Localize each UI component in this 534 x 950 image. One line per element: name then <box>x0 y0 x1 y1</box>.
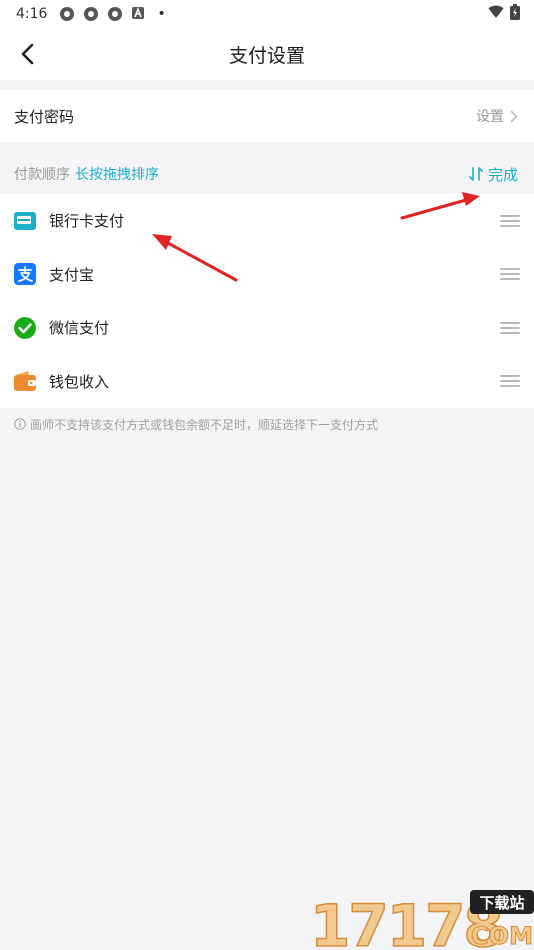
payment-method-label: 钱包收入 <box>49 372 110 391</box>
status-time: 4:16 <box>16 6 48 22</box>
sort-icon <box>469 167 483 181</box>
more-notifications-icon: • <box>157 6 166 22</box>
info-icon <box>14 418 26 430</box>
wechat-icon <box>14 316 36 339</box>
list-item[interactable]: 支付宝 <box>0 248 534 302</box>
payment-password-row[interactable]: 支付密码 设置 <box>0 90 534 142</box>
drag-handle-icon[interactable] <box>500 375 520 388</box>
alipay-icon <box>14 263 36 286</box>
payment-password-setting: 设置 <box>476 109 504 125</box>
wifi-icon <box>488 5 504 23</box>
list-item[interactable]: 钱包收入 <box>0 355 534 409</box>
annotation-arrows <box>152 192 480 282</box>
payment-method-label: 支付宝 <box>49 265 95 284</box>
drag-handle-icon[interactable] <box>500 268 520 281</box>
payment-password-value: 设置 <box>476 106 518 126</box>
payment-method-list: 银行卡支付 支付宝 微信支付 钱包收入 <box>0 194 534 408</box>
wallet-icon <box>14 370 36 392</box>
list-item[interactable]: 银行卡支付 <box>0 194 534 248</box>
payment-method-label: 银行卡支付 <box>49 212 125 231</box>
status-bar: 4:16 • <box>0 0 534 28</box>
watermark-tag: 下载站 <box>479 894 524 912</box>
footer-hint: 画师不支持该支付方式或钱包余额不足时，顺延选择下一支付方式 <box>14 414 524 434</box>
app-notification-icon <box>107 6 123 22</box>
watermark-logo: 17178 下载站 COM <box>309 888 534 950</box>
back-button[interactable] <box>14 41 40 67</box>
chevron-right-icon <box>510 110 518 122</box>
drag-handle-icon[interactable] <box>500 214 520 227</box>
page-title: 支付设置 <box>228 44 305 67</box>
payment-order-label: 付款顺序 <box>14 167 70 183</box>
nav-bar: 支付设置 <box>0 28 534 80</box>
payment-method-label: 微信支付 <box>49 319 110 338</box>
done-label: 完成 <box>487 165 518 184</box>
payment-order-header: 付款顺序 长按拖拽排序 完成 <box>0 156 534 192</box>
chevron-left-icon <box>21 43 34 65</box>
app-notification-icon <box>83 6 99 22</box>
drag-handle-icon[interactable] <box>500 321 520 334</box>
payment-password-label: 支付密码 <box>14 107 75 126</box>
watermark-domain: COM <box>471 922 533 950</box>
font-a-icon <box>131 6 147 22</box>
footer-hint-text: 画师不支持该支付方式或钱包余额不足时，顺延选择下一支付方式 <box>30 417 379 432</box>
list-item[interactable]: 微信支付 <box>0 301 534 355</box>
payment-order-hint: 长按拖拽排序 <box>75 167 159 183</box>
app-notification-icon <box>59 6 75 22</box>
bank-card-icon <box>14 210 36 232</box>
battery-icon <box>510 4 520 24</box>
status-right <box>488 4 520 24</box>
done-button[interactable]: 完成 <box>468 164 518 185</box>
